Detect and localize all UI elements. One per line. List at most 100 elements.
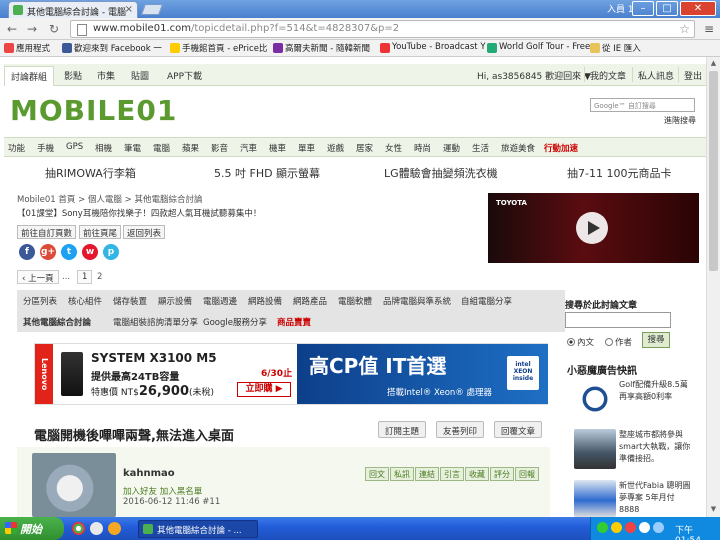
category-item[interactable]: 電腦 (153, 142, 170, 154)
subcategory-item[interactable]: 電腦組裝諮詢清單分享 (113, 316, 198, 328)
subscribe-button[interactable]: 訂閱主題 (378, 421, 427, 438)
category-item[interactable]: 時尚 (414, 142, 431, 154)
nav-logout[interactable]: 登出 (684, 69, 702, 82)
news-item[interactable]: 新世代Fabia 聰明圓夢專案 5年月付8888 (619, 480, 693, 516)
subcategory-item-current[interactable]: 其他電腦綜合討論 (23, 316, 91, 328)
google-plus-share-icon[interactable]: g+ (40, 244, 56, 260)
bookmark-star-icon[interactable]: ☆ (679, 22, 690, 36)
post-message-button[interactable]: 私訊 (390, 467, 414, 481)
nav-photos[interactable]: 貼圖 (131, 69, 149, 82)
back-icon[interactable]: ← (4, 21, 20, 37)
bookmark-item[interactable]: YouTube - Broadcast Y (380, 42, 486, 53)
nav-video[interactable]: 影點 (64, 69, 82, 82)
subcategory-item[interactable]: 網路設備 (248, 295, 282, 307)
start-button[interactable]: 開始 (0, 517, 64, 540)
site-logo[interactable]: MOBILE01 (10, 94, 177, 127)
promo-link[interactable]: LG體驗會抽變頻洗衣機 (384, 165, 498, 181)
reload-icon[interactable]: ↻ (46, 21, 62, 37)
prev-page-button[interactable]: ‹ 上一頁 (17, 270, 59, 284)
subcategory-item-market[interactable]: 商品賣賣 (277, 316, 311, 328)
media-quicklaunch-icon[interactable] (90, 522, 103, 535)
notice-link[interactable]: 【01課堂】Sony耳機陪你找樂子！四款超人氣耳機試聽募集中！ (17, 207, 261, 219)
tray-network-icon[interactable] (653, 522, 664, 533)
news-item[interactable]: Golf配備升級8.5萬再享高額0利率 (619, 379, 693, 403)
category-item[interactable]: 筆電 (124, 142, 141, 154)
scroll-thumb[interactable] (709, 71, 718, 271)
subcategory-item[interactable]: 網路產品 (293, 295, 327, 307)
scroll-up-icon[interactable]: ▲ (707, 59, 720, 67)
category-item[interactable]: GPS (66, 142, 83, 152)
promo-link[interactable]: 抽RIMOWA行李箱 (45, 165, 136, 181)
category-item[interactable]: 影音 (211, 142, 228, 154)
user-links[interactable]: 加入好友 加入黑名單 (123, 485, 202, 497)
category-item[interactable]: 機車 (269, 142, 286, 154)
bookmark-item[interactable]: World Golf Tour - Free (487, 42, 590, 53)
bookmark-item[interactable]: 應用程式 (4, 42, 50, 54)
plurk-share-icon[interactable]: p (103, 244, 119, 260)
category-item-hot[interactable]: 行動加速 (544, 142, 578, 154)
category-item[interactable]: 遊戲 (327, 142, 344, 154)
category-item[interactable]: 相機 (95, 142, 112, 154)
tray-security-icon[interactable] (625, 522, 636, 533)
post-report-button[interactable]: 回報 (515, 467, 539, 481)
page-1-button[interactable]: 1 (77, 270, 93, 284)
fabia-car-image[interactable] (574, 480, 616, 517)
user-greeting[interactable]: Hi, as3856845 歡迎回來 ▼ (477, 69, 591, 82)
avatar[interactable] (32, 453, 116, 517)
browser-tab[interactable]: 其他電腦綜合討論 - 電腦 × (8, 1, 138, 18)
weibo-share-icon[interactable]: w (82, 244, 98, 260)
subcategory-item[interactable]: Google服務分享 (203, 316, 267, 328)
category-item[interactable]: 生活 (472, 142, 489, 154)
maximize-button[interactable]: □ (656, 1, 678, 16)
nav-app[interactable]: APP下載 (167, 69, 202, 82)
category-item[interactable]: 單車 (298, 142, 315, 154)
news-item[interactable]: 整座城市都將參與smart大執戰，讓你準備接招。 (619, 429, 693, 465)
post-username[interactable]: kahnmao (123, 468, 175, 479)
post-reply-button[interactable]: 回文 (365, 467, 389, 481)
category-item[interactable]: 居家 (356, 142, 373, 154)
nav-messages[interactable]: 私人訊息 (638, 69, 674, 82)
post-rate-button[interactable]: 評分 (490, 467, 514, 481)
promo-link[interactable]: 5.5 吋 FHD 顯示螢幕 (214, 165, 320, 181)
google-search-input[interactable]: Google™ 自訂搜尋 (590, 98, 695, 112)
breadcrumb[interactable]: Mobile01 首頁 > 個人電腦 > 其他電腦綜合討論 (17, 193, 202, 205)
new-tab-button[interactable] (140, 4, 164, 15)
radio-author[interactable]: 作者 (605, 336, 632, 348)
category-item[interactable]: 汽車 (240, 142, 257, 154)
category-item[interactable]: 蘋果 (182, 142, 199, 154)
twitter-share-icon[interactable]: t (61, 244, 77, 260)
scroll-down-icon[interactable]: ▼ (707, 505, 720, 513)
profile-badge[interactable]: 入員 1 (607, 2, 634, 15)
page-scrollbar[interactable]: ▲ ▼ (706, 57, 720, 517)
nav-forum[interactable]: 討論群組 (4, 66, 55, 86)
subcategory-item[interactable]: 顯示設備 (158, 295, 192, 307)
post-quote-button[interactable]: 引言 (440, 467, 464, 481)
radio-content[interactable]: 內文 (567, 336, 594, 348)
category-item[interactable]: 運動 (443, 142, 460, 154)
post-favorite-button[interactable]: 收藏 (465, 467, 489, 481)
app-quicklaunch-icon[interactable] (108, 522, 121, 535)
video-ad[interactable]: TOYOTA (488, 193, 699, 263)
bookmark-item[interactable]: 歡迎來到 Facebook 一 (62, 42, 162, 54)
subcategory-item[interactable]: 電腦週邊 (203, 295, 237, 307)
goto-bottom-button[interactable]: 前往頁尾 (79, 225, 122, 239)
facebook-share-icon[interactable]: f (19, 244, 35, 260)
minimize-button[interactable]: – (632, 1, 654, 16)
tray-app-icon[interactable] (611, 522, 622, 533)
promo-link[interactable]: 抽7-11 100元商品卡 (567, 165, 671, 181)
chrome-quicklaunch-icon[interactable] (72, 522, 85, 535)
category-item[interactable]: 女性 (385, 142, 402, 154)
close-button[interactable]: ✕ (680, 1, 716, 16)
tab-close-icon[interactable]: × (125, 4, 133, 15)
bookmark-item[interactable]: 高爾夫新聞 - 隨韓新聞 (273, 42, 370, 54)
sidebar-search-button[interactable]: 搜尋 (642, 332, 670, 348)
play-icon[interactable] (576, 212, 608, 244)
subcategory-item[interactable]: 品牌電腦與準系統 (383, 295, 451, 307)
lenovo-banner-ad[interactable]: Lenovo SYSTEM X3100 M5 提供最高24TB容量 特惠價 NT… (34, 343, 548, 405)
back-to-list-button[interactable]: 返回列表 (123, 225, 166, 239)
forward-icon[interactable]: → (24, 21, 40, 37)
tray-volume-icon[interactable] (639, 522, 650, 533)
nav-my-posts[interactable]: 我的文章 (590, 69, 626, 82)
subcategory-item[interactable]: 儲存裝置 (113, 295, 147, 307)
category-item[interactable]: 功能 (8, 142, 25, 154)
